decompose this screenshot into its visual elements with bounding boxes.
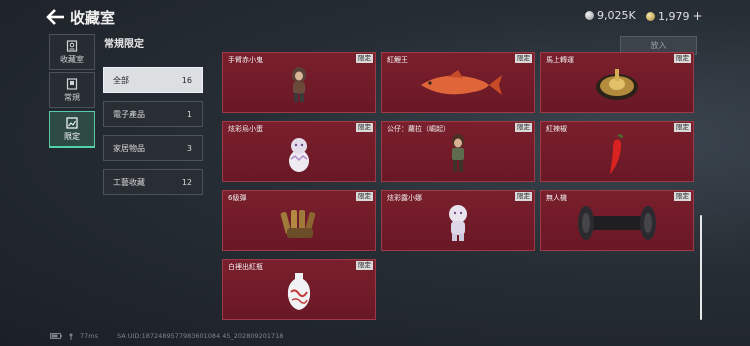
- item-card[interactable]: 紅鯉王 限定: [381, 52, 535, 113]
- section-title: 常規限定: [104, 39, 144, 50]
- category-label: 電子產品: [113, 109, 145, 119]
- category-label: 工藝收藏: [113, 177, 145, 187]
- item-card[interactable]: 公仔：蘿拉（崛起） 限定: [381, 121, 535, 182]
- item-card[interactable]: 炫彩露小娜 限定: [381, 190, 535, 251]
- regular-icon: [66, 77, 78, 90]
- item-card[interactable]: 馬上轉運 限定: [540, 52, 694, 113]
- drone-roller-icon: [578, 206, 656, 240]
- category-electronics[interactable]: 電子產品 1: [103, 101, 203, 127]
- item-name: 6級彈: [228, 194, 247, 202]
- currency-display-1: 9,025K: [585, 9, 636, 22]
- currency-amount-2: 1,979: [658, 9, 690, 23]
- item-name: 紅鯉王: [387, 56, 408, 64]
- red-carp-icon: [421, 70, 502, 95]
- item-name: 紅辣椒: [546, 125, 567, 133]
- lara-figure-icon: [452, 134, 464, 172]
- page-title: 收藏室: [70, 9, 116, 27]
- item-name: 炫彩烏小蛋: [228, 125, 263, 133]
- limited-tag: 限定: [674, 192, 691, 201]
- limited-tag: 限定: [356, 123, 373, 132]
- gold-coin-icon: [646, 11, 655, 21]
- category-count: 1: [186, 109, 192, 119]
- limited-tag: 限定: [356, 192, 373, 201]
- item-card[interactable]: 紅辣椒 限定: [540, 121, 694, 182]
- currency-display-2: 1,979 +: [646, 9, 703, 23]
- bullet-hand-icon: [280, 210, 316, 238]
- tab-label: 常規: [64, 92, 80, 102]
- back-button[interactable]: [44, 8, 66, 26]
- tab-limited[interactable]: 限定: [49, 111, 95, 148]
- category-all[interactable]: 全部 16: [103, 67, 203, 93]
- limited-tag: 限定: [674, 123, 691, 132]
- silver-coin-icon: [585, 11, 594, 20]
- limited-tag: 限定: [515, 54, 532, 63]
- category-label: 全部: [113, 75, 129, 85]
- category-count: 16: [181, 75, 192, 85]
- scrollbar[interactable]: [700, 215, 702, 320]
- item-name: 馬上轉運: [546, 56, 574, 64]
- item-name: 白裡出紅瓶: [228, 263, 263, 271]
- limited-tag: 限定: [356, 54, 373, 63]
- tab-collection-room[interactable]: 收藏室: [49, 34, 95, 70]
- uid-text: SA UID:1872489577983601084 45_2028092017…: [117, 332, 284, 340]
- limited-tag: 限定: [674, 54, 691, 63]
- battery-icon: [50, 333, 62, 339]
- item-card[interactable]: 白裡出紅瓶 限定: [222, 259, 376, 320]
- colorful-figure-icon: [449, 205, 467, 241]
- signal-icon: [69, 333, 73, 340]
- category-crafts[interactable]: 工藝收藏 12: [103, 169, 203, 195]
- collection-room-icon: [66, 39, 78, 52]
- tab-regular[interactable]: 常規: [49, 72, 95, 108]
- ping-text: 77ms: [80, 332, 98, 340]
- item-name: 炫彩露小娜: [387, 194, 422, 202]
- add-currency-button[interactable]: +: [693, 9, 703, 23]
- item-card[interactable]: 無人機 限定: [540, 190, 694, 251]
- item-name: 手臂赤小鬼: [228, 56, 263, 64]
- category-count: 12: [181, 177, 192, 187]
- category-label: 家居物品: [113, 143, 145, 153]
- limited-tag: 限定: [515, 123, 532, 132]
- red-chili-icon: [610, 134, 623, 174]
- item-name: 無人機: [546, 194, 567, 202]
- colorful-egg-figure-icon: [289, 138, 309, 172]
- tab-label: 收藏室: [60, 54, 84, 64]
- back-arrow-icon: [46, 9, 64, 25]
- category-count: 3: [186, 143, 192, 153]
- currency-amount-1: 9,025K: [597, 9, 636, 22]
- item-card[interactable]: 6級彈 限定: [222, 190, 376, 251]
- item-card[interactable]: 手臂赤小鬼 限定: [222, 52, 376, 113]
- porcelain-vase-icon: [287, 273, 311, 310]
- hooded-figure-icon: [292, 67, 306, 102]
- item-card[interactable]: 炫彩烏小蛋 限定: [222, 121, 376, 182]
- limited-icon: [66, 116, 78, 129]
- item-name: 公仔：蘿拉（崛起）: [387, 125, 450, 133]
- footer-status: 77ms: [50, 332, 98, 340]
- limited-tag: 限定: [515, 192, 532, 201]
- limited-tag: 限定: [356, 261, 373, 270]
- tab-label: 限定: [64, 131, 80, 141]
- golden-ornament-icon: [596, 69, 638, 100]
- category-household[interactable]: 家居物品 3: [103, 135, 203, 161]
